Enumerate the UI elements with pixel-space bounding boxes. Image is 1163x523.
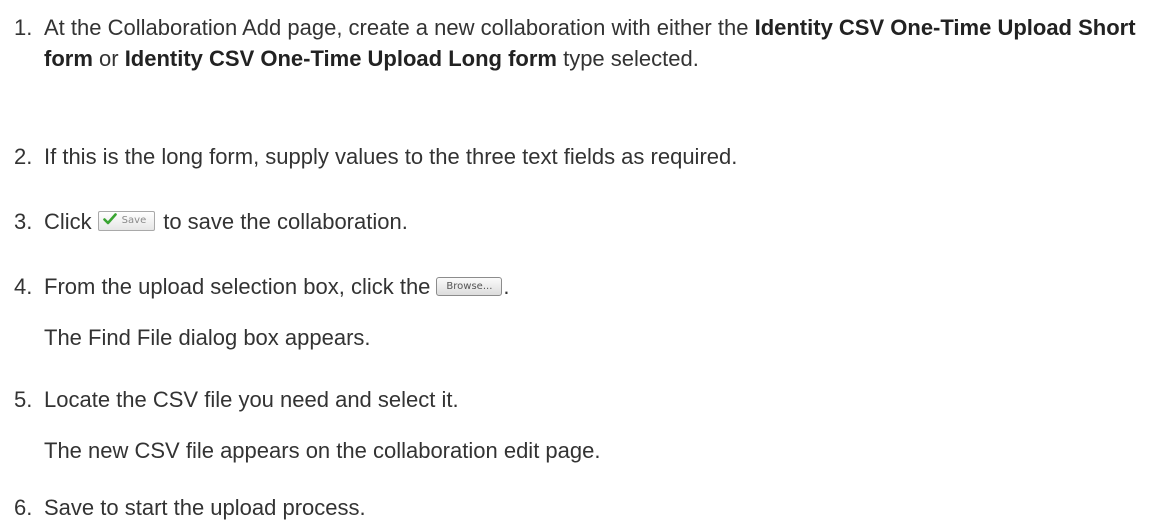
step-number: 6.	[14, 495, 33, 520]
save-button-label: Save	[121, 215, 147, 227]
step-text: From the upload selection box, click the…	[44, 271, 1153, 302]
step-number: 2.	[14, 144, 33, 169]
collab-type-long: Identity CSV One-Time Upload Long form	[124, 46, 557, 71]
step-text-part: Click	[44, 209, 92, 234]
step-text-part: .	[503, 274, 510, 299]
step-text-part: type selected.	[556, 46, 699, 71]
browse-button[interactable]: Browse...	[436, 276, 503, 296]
step-4-note: The Find File dialog box appears.	[44, 325, 371, 350]
step-5-note: The new CSV file appears on the collabor…	[44, 438, 601, 463]
step-number: 5.	[14, 387, 33, 412]
step-text: If this is the long form, supply values …	[44, 144, 738, 169]
step-text-part: to save the collaboration.	[163, 209, 408, 234]
step-number: 3.	[14, 209, 33, 234]
step-number: 4.	[14, 274, 33, 299]
checkmark-icon	[102, 213, 117, 225]
step-number: 1.	[14, 15, 33, 40]
step-text: Locate the CSV file you need and select …	[44, 387, 459, 412]
step-text: Save to start the upload process.	[44, 495, 366, 520]
step-text-part: From the upload selection box, click the	[44, 274, 431, 299]
step-text-part: At the Collaboration Add page, create a …	[44, 15, 755, 40]
step-text: Click Save to save the collaboration.	[44, 206, 1153, 237]
save-button[interactable]: Save	[97, 211, 156, 232]
step-text-part: or	[92, 46, 125, 71]
step-text: At the Collaboration Add page, create a …	[44, 12, 1153, 74]
